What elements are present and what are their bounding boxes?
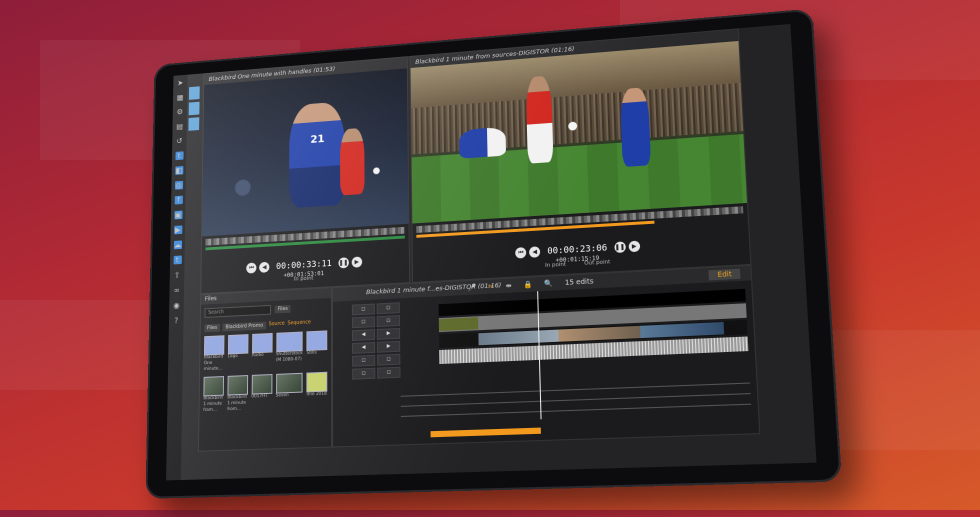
- key-button[interactable]: ◻: [377, 302, 400, 314]
- in-point-label[interactable]: In point: [545, 262, 566, 269]
- timeline-scroll[interactable]: [431, 428, 541, 438]
- twitter-alt-icon[interactable]: t: [173, 256, 181, 265]
- player-figure: [289, 101, 345, 208]
- bin-item[interactable]: [203, 376, 223, 396]
- document-icon[interactable]: ▤: [176, 122, 184, 131]
- bin-item[interactable]: [276, 373, 303, 394]
- key-button[interactable]: ▶: [377, 328, 400, 340]
- upload-icon[interactable]: ⇧: [173, 271, 181, 280]
- globe-icon[interactable]: ◎: [175, 181, 183, 190]
- bin-thumbnails: Blackbird One minute... Logo Audio Shutt…: [203, 330, 327, 414]
- pause-icon[interactable]: ❚❚: [338, 257, 348, 268]
- search-input[interactable]: Search: [204, 305, 271, 318]
- bin-tile[interactable]: [188, 117, 199, 131]
- bin-strip: [188, 86, 199, 133]
- history-icon[interactable]: ↺: [175, 137, 183, 146]
- out-point-label[interactable]: Out point: [584, 259, 610, 266]
- bin-item[interactable]: [276, 332, 303, 353]
- key-button[interactable]: ◻: [377, 367, 400, 379]
- step-forward-icon[interactable]: ▶: [351, 256, 361, 267]
- rewind-icon[interactable]: ⏮: [515, 247, 526, 258]
- settings-icon[interactable]: ⚙: [176, 108, 184, 117]
- bin-item[interactable]: [228, 334, 248, 354]
- zoom-icon[interactable]: 🔍: [544, 279, 553, 287]
- key-button[interactable]: ◻: [377, 315, 400, 327]
- timeline-panel: Blackbird 1 minute f...es-DIGISTOR (01:1…: [332, 265, 760, 448]
- bin-item[interactable]: [227, 375, 248, 395]
- bin-item[interactable]: [251, 374, 272, 394]
- clip[interactable]: [558, 326, 640, 342]
- pause-icon[interactable]: ❚❚: [614, 241, 626, 253]
- publish-icon[interactable]: ▣: [174, 211, 182, 220]
- bin-tile[interactable]: [189, 86, 200, 100]
- bin-item[interactable]: [252, 333, 272, 353]
- youtube-icon[interactable]: ▶: [174, 225, 182, 234]
- player-figure: [526, 75, 554, 163]
- record-viewer: Blackbird 1 minute from sources-DIGISTOR…: [410, 28, 752, 283]
- key-button[interactable]: ◻: [352, 304, 375, 316]
- bin-item[interactable]: [306, 372, 327, 393]
- facebook-icon[interactable]: f: [174, 196, 182, 205]
- key-button[interactable]: ◻: [352, 368, 375, 380]
- tablet-device: ➤ ▦ ⚙ ▤ ↺ t ◧ ◎ f ▣ ▶ ☁ t ⇧ ∞ ◉ ? Blackb…: [145, 8, 841, 498]
- key-button[interactable]: ◻: [352, 355, 375, 367]
- key-button[interactable]: ◀: [352, 329, 375, 341]
- source-video[interactable]: 21: [202, 68, 409, 236]
- media-bin-panel: Files Search Files Files Blackbird Promo…: [198, 287, 332, 451]
- step-forward-icon[interactable]: ▶: [628, 241, 640, 253]
- logo-icon: ➤: [176, 79, 184, 88]
- link-icon[interactable]: ∞: [173, 286, 181, 295]
- clip[interactable]: [640, 322, 724, 338]
- key-button[interactable]: ▶: [377, 341, 400, 353]
- user-icon[interactable]: ◉: [172, 301, 180, 310]
- split-icon[interactable]: ⇹: [506, 282, 512, 290]
- lock-icon[interactable]: 🔒: [523, 281, 532, 289]
- jersey-number: 21: [310, 133, 324, 146]
- editor-screen: ➤ ▦ ⚙ ▤ ↺ t ◧ ◎ f ▣ ▶ ☁ t ⇧ ∞ ◉ ? Blackb…: [166, 24, 816, 480]
- clip[interactable]: [478, 330, 558, 346]
- clip[interactable]: [439, 317, 479, 331]
- twitter-icon[interactable]: t: [175, 151, 183, 160]
- bin-tile[interactable]: [189, 102, 200, 116]
- tool-sidebar: ➤ ▦ ⚙ ▤ ↺ t ◧ ◎ f ▣ ▶ ☁ t ⇧ ∞ ◉ ?: [166, 75, 188, 481]
- source-option[interactable]: Source: [269, 321, 285, 330]
- key-button[interactable]: ◻: [377, 354, 400, 366]
- keypad: ◻ ◻ ◻ ◻ ◀ ▶ ◀ ▶ ◻ ◻ ◻ ◻: [352, 302, 401, 379]
- tab-blackbird-promo[interactable]: Blackbird Promo: [223, 322, 266, 332]
- bin-item[interactable]: [307, 330, 328, 351]
- filter-dropdown[interactable]: Files: [275, 305, 291, 314]
- bin-item[interactable]: [204, 335, 224, 355]
- audio-waveform[interactable]: [401, 383, 752, 427]
- cloud-icon[interactable]: ☁: [173, 240, 181, 249]
- source-viewer: Blackbird One minute with handles (01:53…: [200, 56, 410, 294]
- edits-count: 15 edits: [565, 277, 594, 287]
- record-video[interactable]: [411, 41, 747, 224]
- in-point-label[interactable]: In point: [294, 276, 314, 283]
- help-icon[interactable]: ?: [172, 316, 180, 325]
- share-icon[interactable]: ◧: [175, 166, 183, 175]
- player-figure: [340, 128, 365, 196]
- grid-icon[interactable]: ▦: [176, 93, 184, 102]
- player-figure: [459, 127, 506, 159]
- step-back-icon[interactable]: ◀: [529, 246, 540, 258]
- step-back-icon[interactable]: ◀: [259, 262, 269, 273]
- rewind-icon[interactable]: ⏮: [246, 263, 256, 274]
- sequence-option[interactable]: Sequence: [288, 319, 311, 328]
- key-button[interactable]: ◀: [352, 342, 375, 354]
- tab-files[interactable]: Files: [204, 324, 220, 332]
- edit-button[interactable]: Edit: [709, 269, 741, 281]
- key-button[interactable]: ◻: [352, 316, 375, 328]
